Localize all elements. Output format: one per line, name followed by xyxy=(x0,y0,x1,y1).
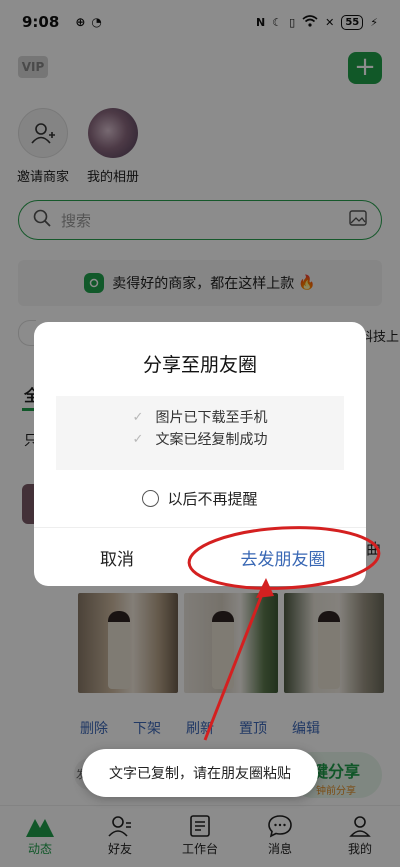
dialog-buttons: 取消 去发朋友圈 xyxy=(34,528,366,586)
info-text-copy: 文案已经复制成功 xyxy=(155,432,268,448)
check-icon: ✓ xyxy=(132,431,144,447)
dont-remind-option[interactable]: 以后不再提醒 xyxy=(34,488,366,509)
info-row-text: ✓ 文案已经复制成功 xyxy=(56,428,344,450)
check-icon: ✓ xyxy=(132,409,144,425)
dont-remind-radio[interactable] xyxy=(142,490,160,507)
share-moments-dialog: 分享至朋友圈 ✓ 图片已下载至手机 ✓ 文案已经复制成功 以后不再提醒 取消 去… xyxy=(34,322,366,586)
post-moments-button[interactable]: 去发朋友圈 xyxy=(200,528,366,586)
info-text-images: 图片已下载至手机 xyxy=(155,410,268,426)
dialog-info-box: ✓ 图片已下载至手机 ✓ 文案已经复制成功 xyxy=(56,396,344,470)
dialog-title: 分享至朋友圈 xyxy=(142,354,257,376)
dont-remind-label: 以后不再提醒 xyxy=(167,490,258,508)
cancel-button[interactable]: 取消 xyxy=(34,528,200,586)
info-row-images: ✓ 图片已下载至手机 xyxy=(56,406,344,428)
copied-toast: 文字已复制，请在朋友圈粘贴 xyxy=(82,749,318,797)
